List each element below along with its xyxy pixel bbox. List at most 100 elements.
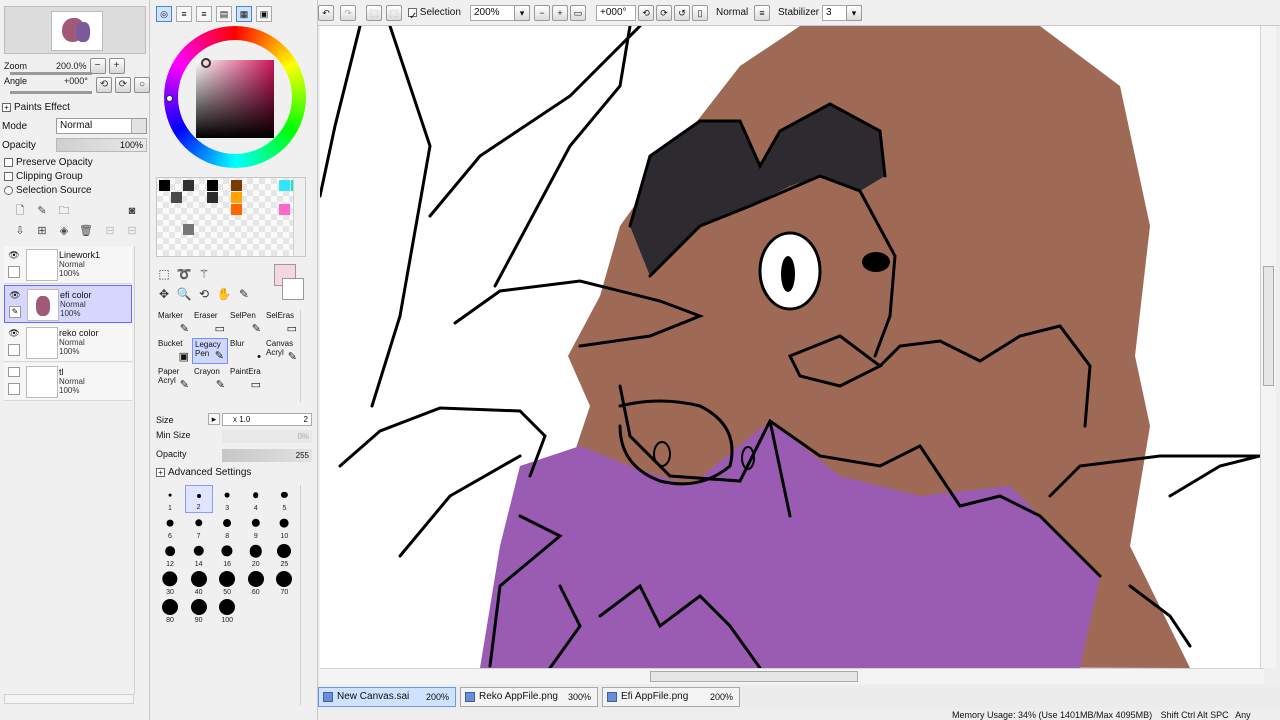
visibility-eye-icon[interactable]: 👁 — [8, 328, 20, 338]
brush-tool-seleras[interactable]: SelEras ▭ — [264, 310, 300, 336]
undo-icon[interactable]: ↶ — [318, 5, 334, 21]
layer-mask-icon[interactable]: ◙ — [124, 203, 140, 219]
canvas-vertical-scrollbar[interactable] — [1260, 26, 1276, 668]
color-wheel-icon[interactable]: ◎ — [156, 6, 172, 22]
brush-size-preset[interactable]: 90 — [185, 597, 213, 625]
selection-source-option[interactable]: Selection Source — [4, 185, 92, 196]
brush-size-preset[interactable]: 5 — [270, 485, 298, 513]
layer-item-linework1[interactable]: 👁 Linework1 Normal 100% — [4, 246, 132, 284]
swatch[interactable] — [207, 192, 218, 203]
swatch[interactable] — [183, 180, 194, 191]
rotate-ccw-icon[interactable]: ⟲ — [638, 5, 654, 21]
stabilizer-dropdown-icon[interactable]: ▾ — [846, 5, 862, 21]
brush-size-preset[interactable]: 3 — [213, 485, 241, 513]
size-toggle-icon[interactable]: ▸ — [208, 413, 220, 425]
delete-layer-icon[interactable]: 🗑 — [78, 223, 94, 239]
hand-icon[interactable]: ✋ — [216, 286, 232, 302]
move-icon[interactable]: ✥ — [156, 286, 172, 302]
brush-size-preset[interactable]: 16 — [213, 541, 241, 569]
tab-efi-appfile[interactable]: Efi AppFile.png 200% — [602, 687, 740, 707]
zoom-slider[interactable] — [10, 72, 92, 75]
brush-tool-marker[interactable]: Marker ✎ — [156, 310, 192, 336]
drawing-canvas[interactable] — [320, 26, 1260, 668]
swatch[interactable] — [171, 192, 182, 203]
zoom-in-button[interactable]: + — [108, 58, 125, 74]
redo-icon[interactable]: ↷ — [340, 5, 356, 21]
clipping-group-option[interactable]: Clipping Group — [4, 171, 83, 182]
brush-tool-paintera[interactable]: PaintEra ▭ — [228, 366, 264, 392]
new-linework-icon[interactable]: ✎ — [34, 203, 50, 219]
brush-size-preset[interactable]: 4 — [242, 485, 270, 513]
brush-size-preset[interactable]: 40 — [185, 569, 213, 597]
brush-size-preset[interactable]: 30 — [156, 569, 184, 597]
hsv-slider-icon[interactable]: ≡ — [196, 6, 212, 22]
scratchpad-icon[interactable]: ▣ — [256, 6, 272, 22]
rotate-left-button[interactable]: ⟲ — [96, 77, 112, 93]
gradient-slider-icon[interactable]: ▤ — [216, 6, 232, 22]
brush-size-preset[interactable]: 50 — [213, 569, 241, 597]
lock-checkbox[interactable] — [8, 344, 20, 356]
swatch[interactable] — [279, 180, 290, 191]
brush-tool-canvas-acryl[interactable]: Canvas Acryl ✎ — [264, 338, 300, 364]
clipping-group-checkbox[interactable] — [4, 172, 13, 181]
brush-size-preset[interactable]: 9 — [242, 513, 270, 541]
rect-select-icon[interactable]: ⬚ — [156, 266, 172, 282]
color-preview[interactable] — [274, 264, 308, 302]
merge-down-icon[interactable]: ⊞ — [34, 223, 50, 239]
sv-cursor-icon[interactable] — [201, 58, 211, 68]
horizontal-scroll-thumb[interactable] — [650, 671, 858, 682]
brush-size-preset[interactable]: 60 — [242, 569, 270, 597]
navigator-preview[interactable] — [4, 6, 146, 54]
swatch-grid-icon[interactable]: ▦ — [236, 6, 252, 22]
layer-list-hscrollbar[interactable] — [4, 694, 134, 704]
rotate-icon[interactable]: ⟲ — [196, 286, 212, 302]
deselect-icon[interactable]: ⬚ — [366, 5, 382, 21]
canvas-horizontal-scrollbar[interactable] — [320, 668, 1264, 684]
navigator-thumbnail[interactable] — [51, 11, 103, 51]
preset-scrollbar[interactable] — [300, 485, 312, 705]
clear-layer-icon[interactable]: ◈ — [56, 223, 72, 239]
brush-tool-paper-acryl[interactable]: Paper Acryl ✎ — [156, 366, 192, 392]
advanced-settings-toggle[interactable]: + Advanced Settings — [156, 467, 251, 478]
brush-opacity-slider[interactable]: 255 — [222, 449, 312, 462]
new-layer-icon[interactable]: 🗋 — [12, 203, 28, 219]
zoom-dropdown-icon[interactable]: ▾ — [514, 5, 530, 21]
brush-size-preset[interactable]: 70 — [270, 569, 298, 597]
visibility-eye-icon[interactable]: 👁 — [9, 290, 21, 300]
preserve-opacity-option[interactable]: Preserve Opacity — [4, 157, 93, 168]
selection-checkbox[interactable]: ✓ — [408, 7, 417, 22]
swatch-scrollbar[interactable] — [293, 178, 305, 256]
brush-size-preset[interactable]: 1 — [156, 485, 184, 513]
rotate-cw-icon[interactable]: ⟳ — [656, 5, 672, 21]
blend-mode-label[interactable]: Normal — [716, 5, 748, 21]
brush-size-preset[interactable]: 2 — [184, 485, 213, 513]
swatch[interactable] — [231, 192, 242, 203]
brush-tool-selpen[interactable]: SelPen ✎ — [228, 310, 264, 336]
layer-item-reko-color[interactable]: 👁 reko color Normal 100% — [4, 324, 132, 362]
brush-tool-legacy-pen[interactable]: Legacy Pen ✎ — [192, 338, 228, 364]
angle-field[interactable]: +000° — [596, 5, 636, 21]
lock-checkbox[interactable] — [8, 383, 20, 395]
rotate-right-button[interactable]: ⟳ — [115, 77, 131, 93]
layer-mode-select[interactable]: Normal — [56, 118, 147, 134]
min-size-slider[interactable]: 0% — [222, 430, 312, 443]
visibility-checkbox[interactable] — [8, 367, 20, 377]
brush-size-preset[interactable]: 100 — [213, 597, 241, 625]
magic-wand-icon[interactable]: ⚚ — [196, 266, 212, 282]
reset-rotation-button[interactable]: ○ — [134, 77, 150, 93]
eyedropper-icon[interactable]: ✎ — [236, 286, 252, 302]
swatch[interactable] — [231, 180, 242, 191]
tab-reko-appfile[interactable]: Reko AppFile.png 300% — [460, 687, 598, 707]
brush-size-preset[interactable]: 14 — [185, 541, 213, 569]
vertical-scroll-thumb[interactable] — [1263, 266, 1274, 386]
swatch[interactable] — [207, 180, 218, 191]
swatch[interactable] — [231, 204, 242, 215]
brush-grid-scrollbar[interactable] — [300, 310, 312, 402]
brush-size-preset[interactable]: 6 — [156, 513, 184, 541]
brush-tool-bucket[interactable]: Bucket ▣ — [156, 338, 192, 364]
visibility-eye-icon[interactable]: 👁 — [8, 250, 20, 260]
brush-lock-icon[interactable]: ✎ — [9, 306, 21, 318]
swatch[interactable] — [159, 180, 170, 191]
background-color[interactable] — [282, 278, 304, 300]
zoom-out-icon[interactable]: − — [534, 5, 550, 21]
